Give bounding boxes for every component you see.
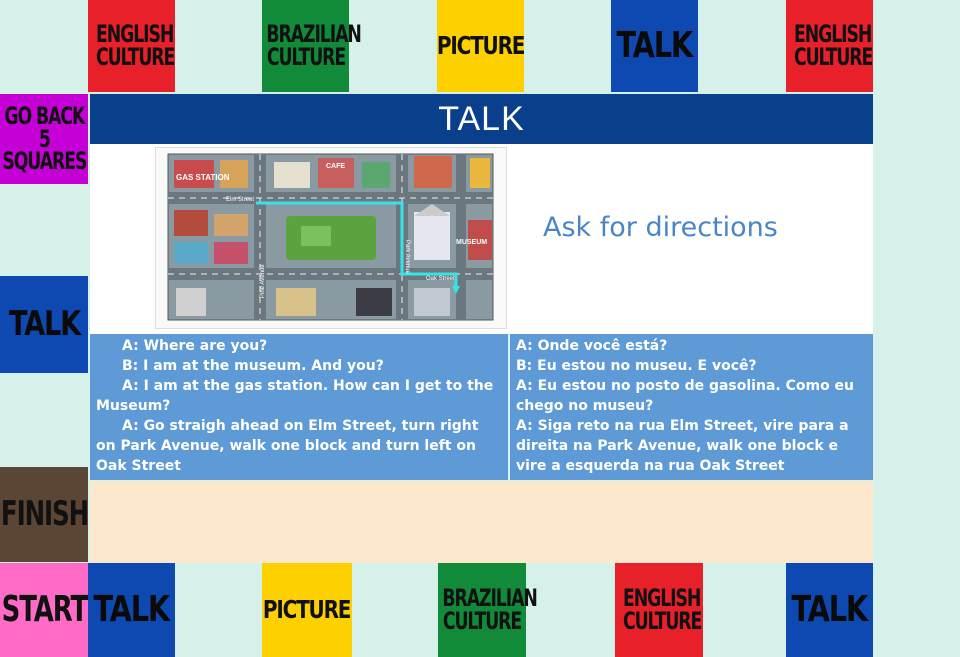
map-label-park-avenue: Park Avenue [404, 240, 410, 275]
square-label: START [1, 588, 88, 630]
square-label: BRAZILIAN CULTURE [265, 20, 361, 71]
square-start[interactable]: START [0, 563, 88, 657]
square-label: PICTURE [436, 31, 526, 61]
square-talk[interactable]: TALK [611, 0, 698, 92]
map-label-pine-avenue: Pine Avenue [260, 264, 266, 298]
street-map: GAS STATION CAFE MUSEUM Elm Street Oak S… [155, 147, 507, 329]
card-bottom-panel [90, 481, 873, 563]
map-label-cafe: CAFE [326, 163, 345, 170]
square-picture[interactable]: PICTURE [436, 0, 526, 92]
square-finish[interactable]: FINISH [0, 467, 89, 562]
square-english-culture[interactable]: ENGLISH CULTURE [88, 0, 175, 92]
dialogue-line: A: Go straigh ahead on Elm Street, turn … [96, 418, 479, 474]
square-go-back[interactable]: GO BACK 5 SQUARES [0, 94, 88, 184]
square-label: ENGLISH CULTURE [623, 584, 702, 635]
map-label-museum: MUSEUM [456, 239, 487, 246]
square-label: GO BACK 5 SQUARES [2, 101, 87, 176]
prompt-text: Ask for directions [543, 212, 778, 243]
dialogue-english: A: Where are you? B: I am at the museum.… [90, 334, 508, 480]
map-illustration: GAS STATION CAFE MUSEUM Elm Street Oak S… [167, 153, 494, 321]
dialogue-line: A: Eu estou no posto de gasolina. Como e… [516, 378, 855, 414]
dialogue-line: A: Siga reto na rua Elm Street, vire par… [516, 418, 849, 474]
square-label: ENGLISH CULTURE [95, 20, 175, 71]
map-label-gas-station: GAS STATION [176, 173, 230, 182]
square-brazilian-culture[interactable]: BRAZILIAN CULTURE [438, 563, 538, 657]
dialogue-portuguese: A: Onde você está? B: Eu estou no museu.… [510, 334, 873, 480]
square-label: TALK [616, 24, 694, 66]
square-english-culture[interactable]: ENGLISH CULTURE [615, 563, 703, 657]
square-label: BRAZILIAN CULTURE [442, 584, 537, 635]
dialogue-line: A: I am at the gas station. How can I ge… [96, 378, 494, 414]
map-label-elm-street: Elm Street [226, 197, 254, 203]
square-english-culture[interactable]: ENGLISH CULTURE [786, 0, 873, 92]
square-label: PICTURE [263, 595, 352, 625]
square-label: FINISH [0, 494, 88, 535]
dialogue-line: B: Eu estou no museu. E você? [516, 358, 757, 374]
square-label: TALK [8, 304, 80, 345]
card-title: TALK [90, 94, 873, 144]
map-label-oak-street: Oak Street [426, 276, 455, 282]
square-talk[interactable]: TALK [88, 563, 175, 657]
square-label: ENGLISH CULTURE [793, 20, 873, 71]
square-label: TALK [93, 588, 171, 630]
square-label: TALK [791, 588, 869, 630]
square-talk[interactable]: TALK [786, 563, 873, 657]
dialogue-line: A: Where are you? [122, 338, 268, 354]
square-talk[interactable]: TALK [0, 276, 88, 373]
square-brazilian-culture[interactable]: BRAZILIAN CULTURE [262, 0, 361, 92]
square-picture[interactable]: PICTURE [262, 563, 352, 657]
dialogue-line: A: Onde você está? [516, 338, 668, 354]
dialogue-line: B: I am at the museum. And you? [122, 358, 384, 374]
